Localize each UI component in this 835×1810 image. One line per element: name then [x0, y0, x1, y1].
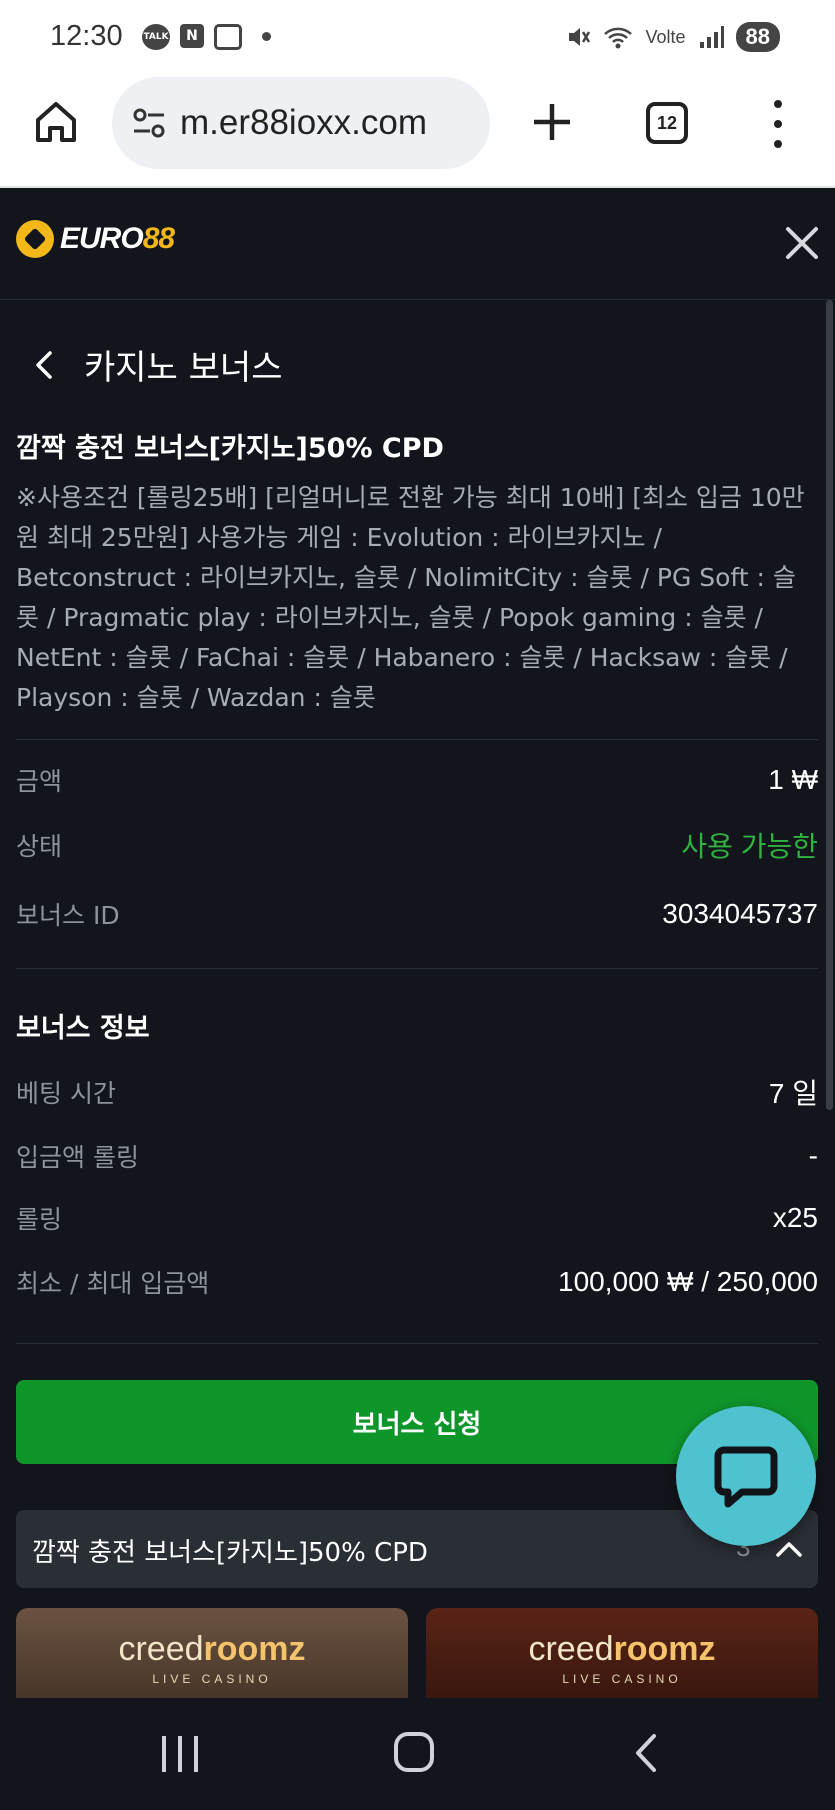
system-nav-bar [0, 1698, 835, 1810]
site-logo[interactable]: EURO88 [16, 220, 175, 258]
bonus-group-label: 깜짝 충전 보너스[카지노]50% CPD [32, 1538, 428, 1568]
tab-switcher-button[interactable]: 12 [646, 102, 688, 144]
url-bar[interactable]: m.er88ioxx.com [112, 77, 490, 169]
url-text[interactable]: m.er88ioxx.com [180, 103, 480, 143]
logo-text-number: 88 [142, 222, 175, 255]
info-row-deposit-rolling: 입금액 롤링 - [16, 1140, 818, 1172]
site-header: EURO88 [0, 190, 835, 300]
wifi-icon [604, 27, 633, 49]
game-card-subtitle: LIVE CASINO [562, 1672, 682, 1686]
divider [16, 968, 818, 969]
divider [16, 1343, 818, 1344]
bonus-info-title: 보너스 정보 [16, 1013, 150, 1044]
live-chat-button[interactable] [676, 1406, 816, 1546]
mute-icon [569, 28, 591, 46]
new-tab-icon[interactable] [528, 98, 576, 146]
status-right: Volte 88 [565, 22, 780, 52]
game-card-subtitle: LIVE CASINO [152, 1672, 272, 1686]
naver-icon: N [180, 24, 204, 48]
logo-text-euro: EURO [60, 222, 144, 255]
home-icon[interactable] [32, 98, 80, 146]
soccer-ball-icon [16, 220, 54, 258]
detail-row-bonus-id: 보너스 ID 3034045737 [16, 898, 818, 930]
browser-toolbar: m.er88ioxx.com 12 [0, 72, 835, 188]
talk-icon: TALK [142, 24, 170, 50]
game-card-brand: creedroomz [118, 1630, 306, 1668]
info-row-rolling: 롤링 x25 [16, 1202, 818, 1234]
status-bar: 12:30 TALK N Volte 88 [0, 0, 835, 72]
battery-indicator: 88 [735, 22, 780, 52]
page-title: 카지노 보너스 [84, 348, 283, 388]
info-row-min-max-deposit: 최소 / 최대 입금액 100,000 ₩ / 250,000 [16, 1266, 818, 1298]
divider [16, 739, 818, 740]
recent-apps-icon[interactable] [162, 1736, 198, 1772]
screenshot-icon [214, 24, 242, 50]
detail-row-amount: 금액 1 ₩ [16, 764, 818, 796]
site-settings-icon[interactable] [132, 107, 166, 139]
info-row-betting-time: 베팅 시간 7 일 [16, 1078, 818, 1109]
close-icon[interactable] [780, 221, 824, 265]
bonus-title: 깜짝 충전 보너스[카지노]50% CPD [16, 433, 444, 464]
scrollbar[interactable] [826, 300, 833, 1110]
chat-bubble-icon [714, 1446, 778, 1508]
chevron-left-icon[interactable] [32, 349, 58, 381]
game-card[interactable]: creedroomz LIVE CASINO [426, 1608, 818, 1698]
notification-dot-icon [262, 32, 271, 41]
system-home-icon[interactable] [394, 1732, 434, 1772]
game-card[interactable]: creedroomz LIVE CASINO [16, 1608, 408, 1698]
signal-icon [699, 26, 724, 48]
more-menu-icon[interactable] [768, 100, 788, 148]
network-label: Volte [645, 26, 686, 47]
game-card-brand: creedroomz [528, 1630, 716, 1668]
detail-row-status: 상태 사용 가능한 [16, 825, 818, 865]
system-back-icon[interactable] [632, 1732, 660, 1774]
bonus-description: ※사용조건 [롤링25배] [리얼머니로 전환 가능 최대 10배] [최소 입… [16, 483, 805, 712]
back-row[interactable]: 카지노 보너스 [32, 340, 283, 389]
status-time: 12:30 [50, 20, 123, 52]
status-badge: 사용 가능한 [681, 831, 818, 862]
chevron-up-icon[interactable] [774, 1534, 804, 1564]
